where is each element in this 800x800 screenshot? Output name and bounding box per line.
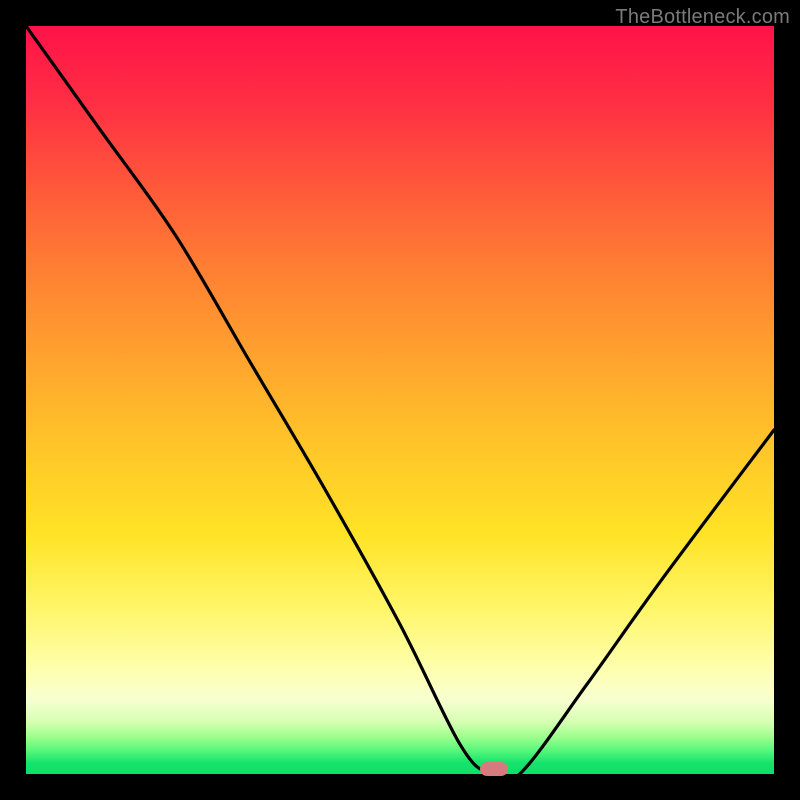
bottleneck-curve: [26, 26, 774, 774]
chart-frame: TheBottleneck.com: [0, 0, 800, 800]
optimum-marker: [480, 762, 508, 776]
plot-area: [26, 26, 774, 774]
curve-path: [26, 26, 774, 774]
